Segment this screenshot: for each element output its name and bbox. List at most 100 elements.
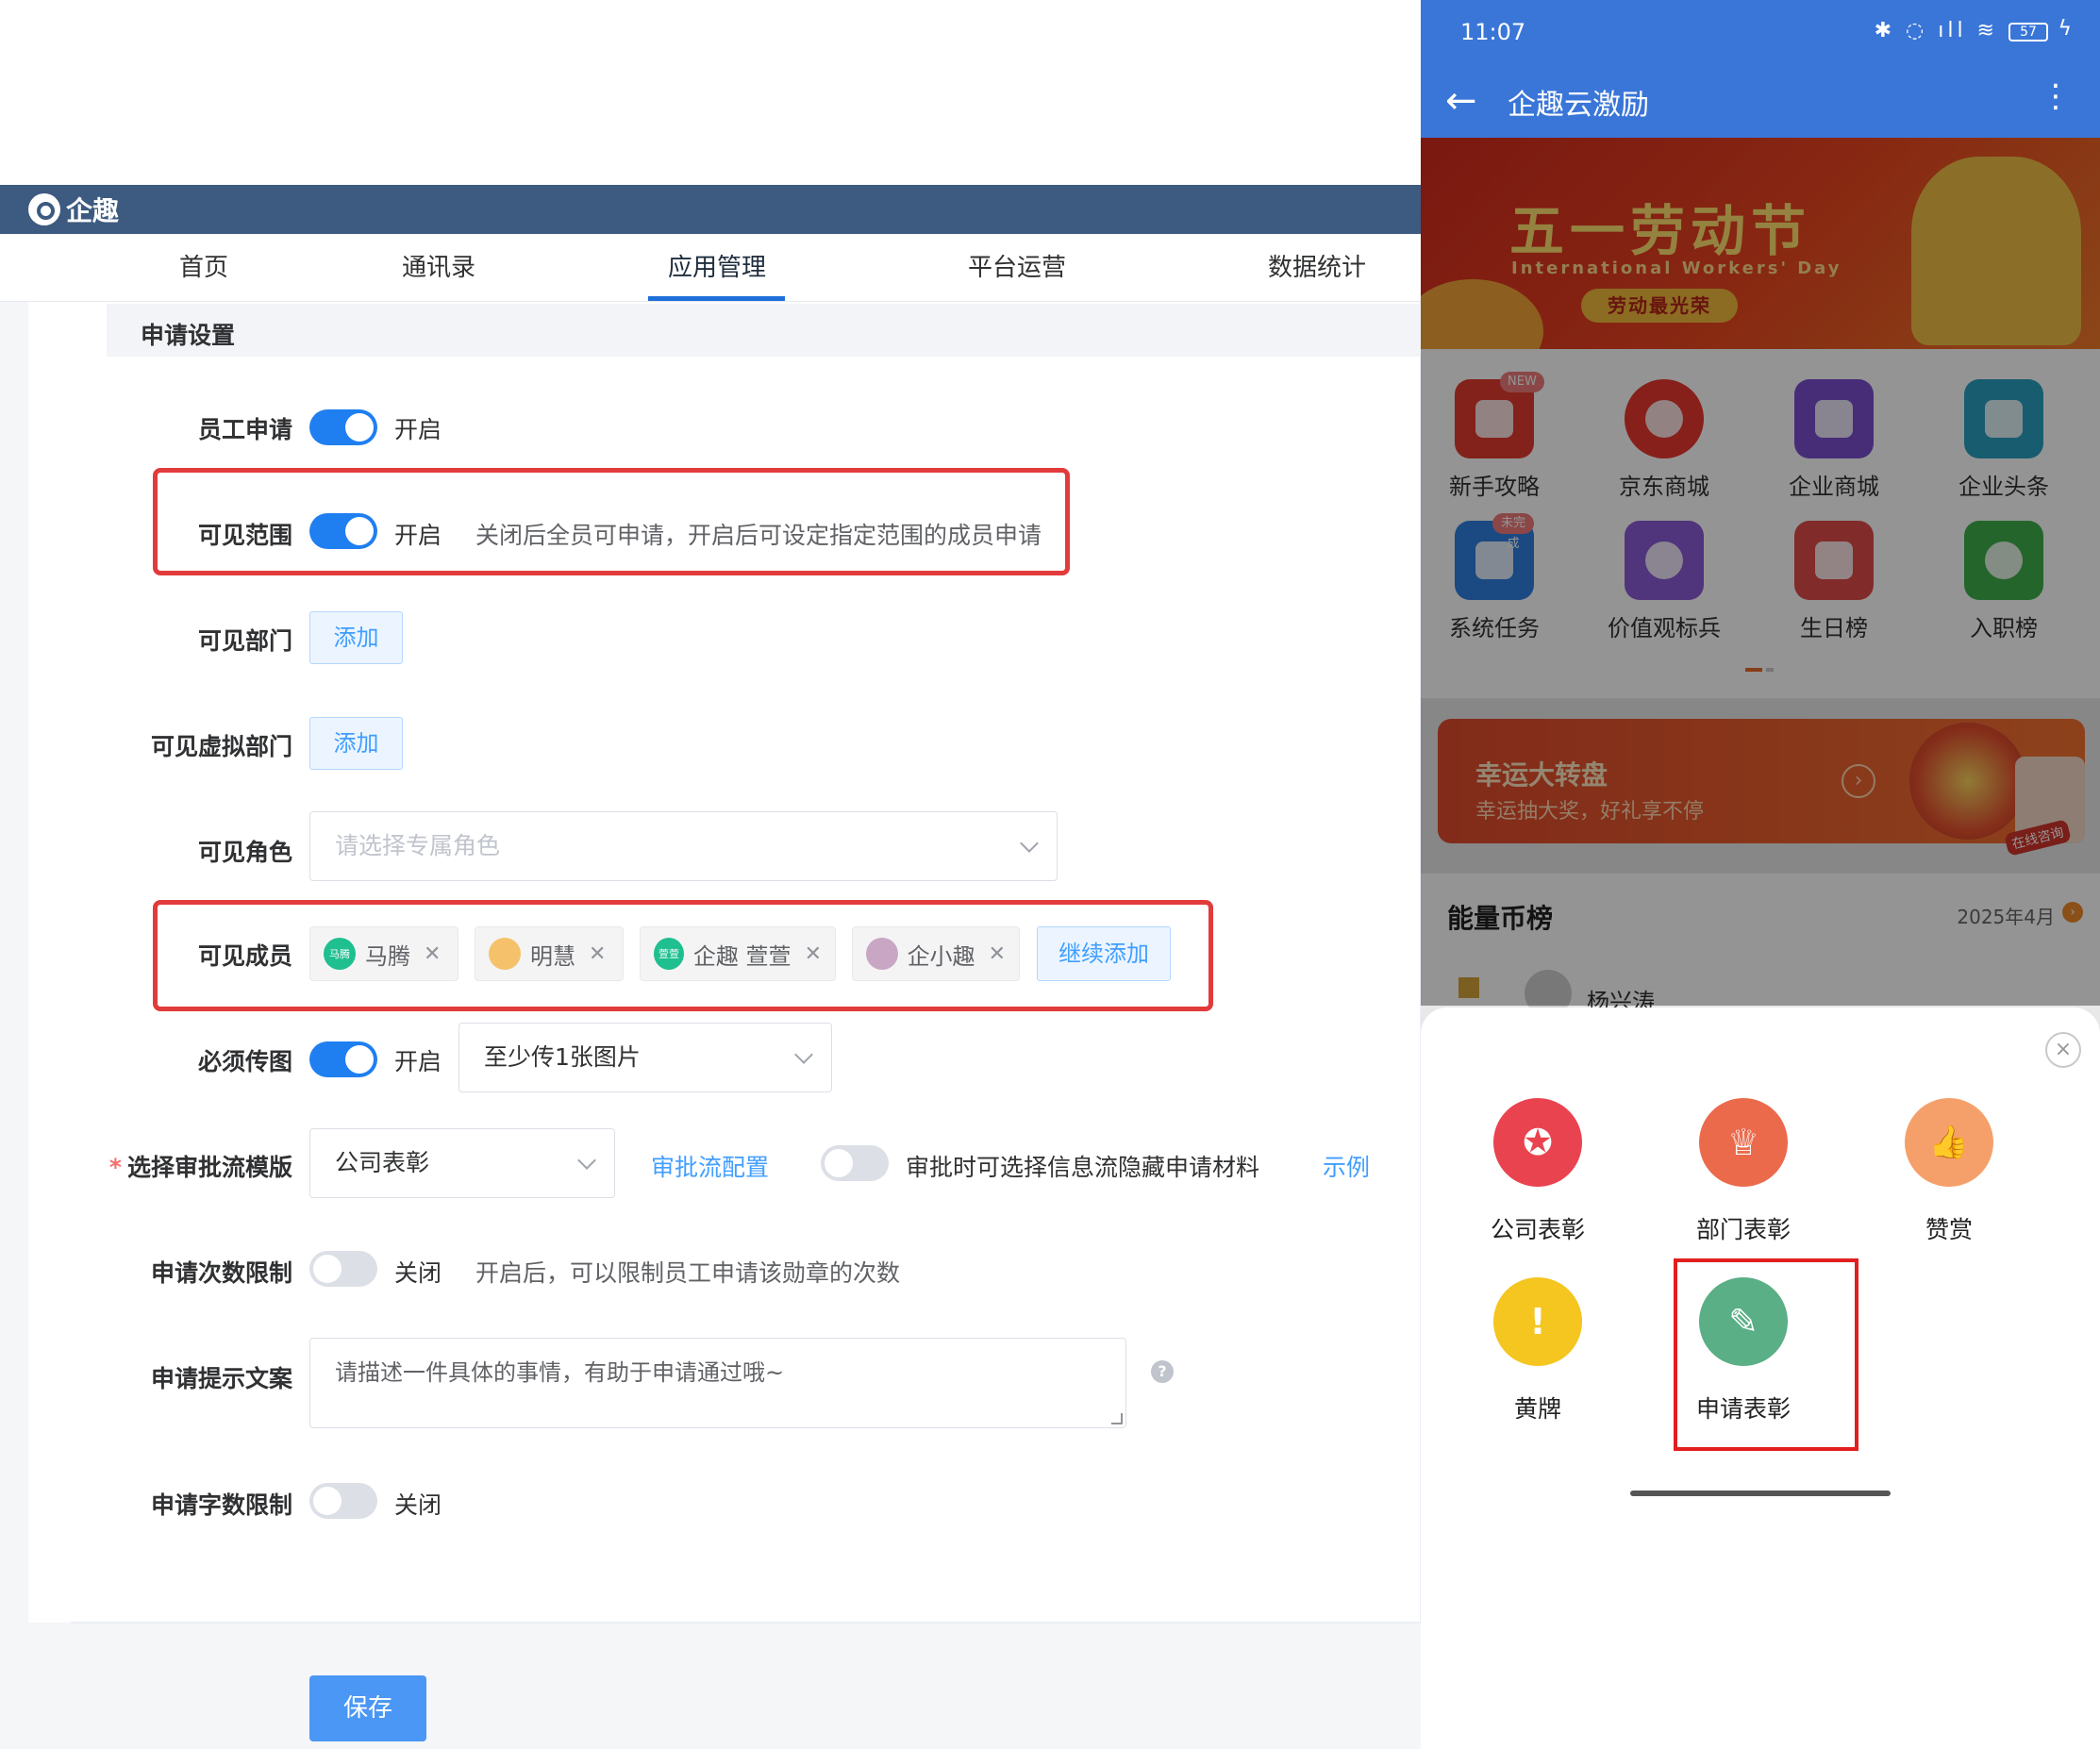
approval-template-value: 公司表彰 [335, 1149, 430, 1176]
resize-handle-icon[interactable] [1111, 1413, 1123, 1424]
must-upload-label: 必须传图 [197, 1048, 292, 1075]
visible-role-label: 可见角色 [197, 839, 292, 866]
remove-member-icon[interactable]: ✕ [424, 942, 441, 966]
apply-char-limit-toggle[interactable] [309, 1483, 377, 1519]
apply-count-limit-hint: 开启后，可以限制员工申请该勋章的次数 [475, 1259, 901, 1287]
add-dept-button[interactable]: 添加 [309, 611, 403, 664]
visible-virtual-dept-label: 可见虚拟部门 [150, 733, 292, 760]
visible-members-label: 可见成员 [197, 942, 292, 970]
add-virtual-dept-button[interactable]: 添加 [309, 717, 403, 770]
close-icon[interactable]: × [2045, 1032, 2081, 1068]
action-label: 赞赏 [1925, 1216, 1973, 1243]
nav-data-stats[interactable]: 数据统计 [1266, 234, 1368, 302]
nav-app-management[interactable]: 应用管理 [666, 234, 768, 302]
modal-overlay[interactable] [1421, 138, 2100, 1006]
employee-apply-label: 员工申请 [197, 416, 292, 443]
back-arrow-icon[interactable]: ← [1445, 79, 1477, 123]
member-tag: 企小趣 ✕ [852, 926, 1020, 981]
employee-apply-state: 开启 [394, 416, 442, 443]
approval-template-select[interactable]: 公司表彰 [309, 1128, 615, 1198]
brand-logo-icon [28, 193, 60, 225]
member-tag: 马腾 马腾 ✕ [309, 926, 458, 981]
phone-screen: 11:07 ✱ ◌ ıll ≋ 57 ϟ ← 企趣云激励 ⋮ 五一劳动节 Int… [1421, 0, 2100, 1749]
action-yellow-card[interactable]: ! 黄牌 [1462, 1277, 1613, 1424]
action-dept-award[interactable]: ♕ 部门表彰 [1668, 1098, 1819, 1245]
chevron-down-icon [1020, 834, 1039, 853]
avatar: 萱萱 [654, 938, 684, 970]
member-name: 企趣 萱萱 [692, 942, 792, 970]
active-nav-indicator [648, 296, 785, 301]
remove-member-icon[interactable]: ✕ [989, 942, 1006, 966]
nav-contacts[interactable]: 通讯录 [401, 234, 476, 302]
visible-scope-label: 可见范围 [197, 522, 292, 549]
member-name: 明慧 [530, 942, 575, 970]
section-header [107, 304, 1421, 357]
example-link[interactable]: 示例 [1323, 1149, 1370, 1183]
action-sheet: × ✪ 公司表彰 ♕ 部门表彰 👍 赞赏 ! 黄牌 ✎ 申请表彰 [1421, 1008, 2100, 1509]
app-bar: ← 企趣云激励 ⋮ [1421, 68, 2100, 138]
apply-count-limit-label: 申请次数限制 [150, 1259, 292, 1287]
apply-tip-value: 请描述一件具体的事情，有助于申请通过哦~ [335, 1359, 785, 1386]
member-name: 马腾 [365, 942, 410, 970]
action-company-award[interactable]: ✪ 公司表彰 [1462, 1098, 1613, 1245]
add-more-members-button[interactable]: 继续添加 [1037, 926, 1171, 981]
admin-topbar: 企趣 [0, 185, 1421, 234]
action-appreciate[interactable]: 👍 赞赏 [1874, 1098, 2025, 1245]
home-indicator[interactable] [1630, 1491, 1891, 1496]
apply-char-limit-label: 申请字数限制 [150, 1491, 292, 1519]
min-images-select[interactable]: 至少传1张图片 [458, 1023, 832, 1092]
highlight-apply-award [1674, 1258, 1858, 1451]
action-label: 黄牌 [1513, 1395, 1561, 1423]
approval-template-label: * 选择审批流模版 [108, 1154, 292, 1181]
apply-tip-textarea[interactable]: 请描述一件具体的事情，有助于申请通过哦~ [309, 1338, 1126, 1428]
member-tag: 萱萱 企趣 萱萱 ✕ [640, 926, 836, 981]
brand-name: 企趣 [66, 195, 120, 226]
role-select-placeholder: 请选择专属角色 [335, 832, 501, 859]
remove-member-icon[interactable]: ✕ [805, 942, 822, 966]
apply-char-limit-state: 关闭 [394, 1491, 442, 1519]
status-time: 11:07 [1460, 19, 1526, 45]
chevron-down-icon [577, 1151, 596, 1170]
must-upload-toggle[interactable] [309, 1041, 377, 1077]
member-name: 企小趣 [907, 942, 975, 970]
visible-scope-hint: 关闭后全员可申请，开启后可设定指定范围的成员申请 [475, 522, 1042, 549]
warning-icon: ! [1493, 1277, 1582, 1366]
approval-flow-config-link[interactable]: 审批流配置 [651, 1149, 769, 1183]
card-divider [71, 1622, 1421, 1624]
status-bar: 11:07 ✱ ◌ ıll ≋ 57 ϟ [1421, 0, 2100, 68]
visible-scope-toggle[interactable] [309, 513, 377, 549]
employee-apply-toggle[interactable] [309, 409, 377, 445]
avatar [866, 938, 898, 970]
apply-count-limit-toggle[interactable] [309, 1251, 377, 1287]
signal-wifi-icon: ✱ ◌ ıll ≋ [1874, 19, 1998, 42]
trophy-icon: ♕ [1699, 1098, 1788, 1187]
save-button[interactable]: 保存 [309, 1675, 426, 1741]
phone-bottom-area [1421, 1509, 2100, 1749]
visible-scope-state: 开启 [394, 522, 442, 549]
section-title: 申请设置 [141, 322, 236, 349]
avatar: 马腾 [324, 938, 356, 970]
required-mark: * [108, 1154, 122, 1181]
charging-icon: ϟ [2058, 17, 2072, 41]
nav-home[interactable]: 首页 [175, 234, 232, 302]
medal-icon: ✪ [1493, 1098, 1582, 1187]
action-label: 部门表彰 [1695, 1216, 1791, 1243]
remove-member-icon[interactable]: ✕ [589, 942, 606, 966]
apply-count-limit-state: 关闭 [394, 1259, 442, 1287]
app-title: 企趣云激励 [1508, 89, 1649, 122]
avatar [489, 938, 521, 970]
action-label: 公司表彰 [1490, 1216, 1585, 1243]
hide-material-text: 审批时可选择信息流隐藏申请材料 [906, 1154, 1260, 1181]
nav-platform-ops[interactable]: 平台运营 [966, 234, 1068, 302]
hide-material-toggle[interactable] [821, 1145, 889, 1181]
help-icon[interactable]: ? [1151, 1360, 1174, 1383]
thumbs-up-icon: 👍 [1905, 1098, 1993, 1187]
apply-tip-label: 申请提示文案 [150, 1365, 292, 1392]
main-nav: 首页 通讯录 应用管理 平台运营 数据统计 [0, 234, 1421, 302]
more-options-icon[interactable]: ⋮ [2040, 77, 2072, 115]
visible-dept-label: 可见部门 [197, 627, 292, 655]
min-images-value: 至少传1张图片 [484, 1043, 641, 1071]
role-select[interactable]: 请选择专属角色 [309, 811, 1058, 881]
must-upload-state: 开启 [394, 1048, 442, 1075]
chevron-down-icon [794, 1045, 813, 1064]
